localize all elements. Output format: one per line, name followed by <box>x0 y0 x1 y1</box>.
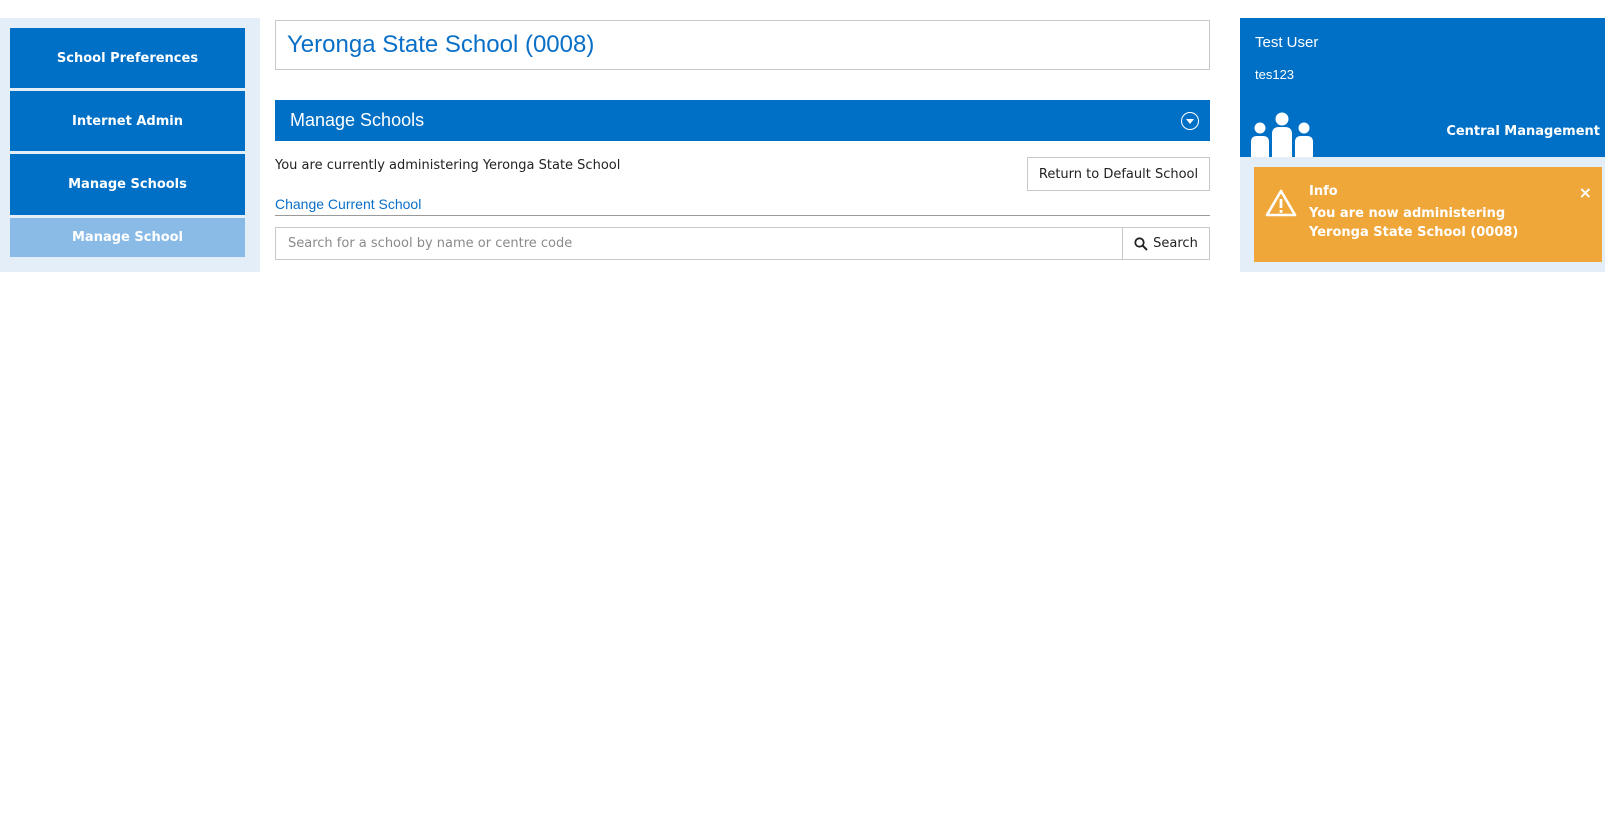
user-name: Test User <box>1255 34 1319 51</box>
user-card: Test User tes123 Central Management <box>1240 18 1605 157</box>
people-icon <box>1251 112 1313 157</box>
page-title: Yeronga State School (0008) <box>287 31 595 58</box>
panel-header: Manage Schools <box>275 100 1210 141</box>
sidebar-item-manage-school[interactable]: Manage School <box>10 218 245 257</box>
divider <box>275 215 1210 216</box>
return-to-default-button[interactable]: Return to Default School <box>1027 157 1210 191</box>
search-button-label: Search <box>1153 236 1198 251</box>
user-id: tes123 <box>1255 67 1295 82</box>
user-role: Central Management <box>1446 124 1600 139</box>
chevron-down-circle-icon[interactable] <box>1181 111 1199 130</box>
toast-message: You are now administering Yeronga State … <box>1309 206 1519 240</box>
info-toast: Info You are now administering Yeronga S… <box>1254 167 1602 262</box>
panel-title: Manage Schools <box>290 110 425 130</box>
admin-status-text: You are currently administering Yeronga … <box>275 158 621 173</box>
school-search-input[interactable] <box>275 227 1123 260</box>
sidebar-item-school-preferences[interactable]: School Preferences <box>10 28 245 88</box>
warning-icon <box>1265 189 1297 217</box>
sidebar-item-manage-schools[interactable]: Manage Schools <box>10 154 245 215</box>
toast-title: Info <box>1309 184 1338 199</box>
close-icon[interactable]: × <box>1579 183 1592 202</box>
sidebar-item-internet-admin[interactable]: Internet Admin <box>10 91 245 151</box>
page-title-box: Yeronga State School (0008) <box>275 20 1210 70</box>
search-icon <box>1134 236 1148 251</box>
change-current-school-link[interactable]: Change Current School <box>275 196 421 212</box>
sidebar: School Preferences Internet Admin Manage… <box>0 18 260 272</box>
search-button[interactable]: Search <box>1122 227 1210 260</box>
